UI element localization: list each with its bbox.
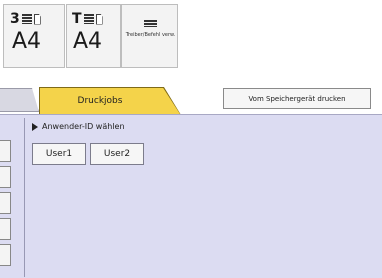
paper-tray-bypass-tile[interactable]: T A4 bbox=[66, 4, 121, 68]
side-list-tab[interactable] bbox=[0, 192, 11, 214]
user-id-heading: Anwender-ID wählen bbox=[32, 122, 125, 131]
user-id-heading-label: Anwender-ID wählen bbox=[42, 122, 125, 131]
portrait-orientation-icon bbox=[95, 13, 103, 25]
side-list-tab[interactable] bbox=[0, 244, 11, 266]
content-panel bbox=[0, 114, 382, 278]
paper-stack-icon bbox=[83, 14, 94, 24]
tray-3-indicator: 3 bbox=[10, 11, 41, 27]
paper-stack-icon bbox=[21, 14, 32, 24]
tab-previous[interactable] bbox=[0, 88, 39, 112]
tab-print-jobs-label: Druckjobs bbox=[77, 96, 123, 106]
portrait-orientation-icon bbox=[33, 13, 41, 25]
tray-bypass-indicator: T bbox=[72, 11, 103, 27]
driver-command-icon bbox=[144, 20, 157, 27]
side-list-tab[interactable] bbox=[0, 140, 11, 162]
side-list-tab[interactable] bbox=[0, 218, 11, 240]
side-list-tab[interactable] bbox=[0, 166, 11, 188]
print-from-storage-button[interactable]: Vom Speichergerät drucken bbox=[223, 88, 371, 109]
user-button[interactable]: User2 bbox=[90, 143, 144, 165]
panel-divider bbox=[24, 118, 25, 277]
driver-command-tile[interactable]: Treiber/Befehl verw. bbox=[121, 4, 178, 68]
tray-number: T bbox=[72, 11, 82, 27]
user-button[interactable]: User1 bbox=[32, 143, 86, 165]
driver-command-label: Treiber/Befehl verw. bbox=[125, 32, 176, 38]
tray-number: 3 bbox=[10, 11, 20, 27]
paper-size: A4 bbox=[12, 29, 42, 54]
paper-size: A4 bbox=[73, 29, 103, 54]
paper-tray-3-tile[interactable]: 3 A4 bbox=[3, 4, 65, 68]
triangle-right-icon bbox=[32, 122, 38, 131]
